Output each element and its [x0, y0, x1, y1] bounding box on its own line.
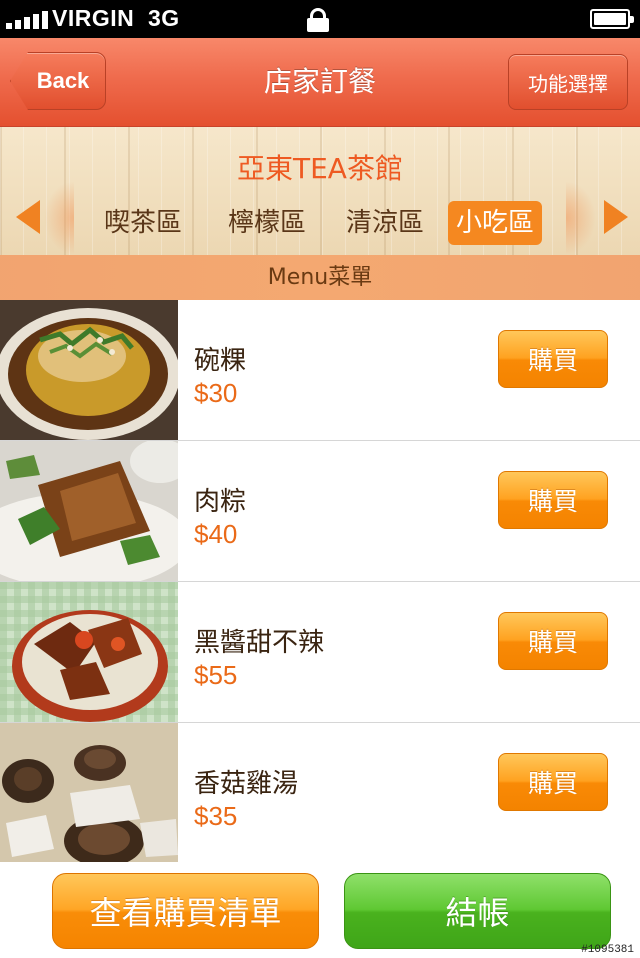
- item-price: $55: [194, 660, 238, 690]
- buy-button[interactable]: 購買: [498, 330, 608, 388]
- menu-header: Menu菜單: [0, 255, 640, 300]
- buy-button[interactable]: 購買: [498, 471, 608, 529]
- watermark: #1095381: [581, 944, 634, 956]
- bottom-action-bar: 查看購買清單 結帳 #1095381: [0, 862, 640, 958]
- item-name: 肉粽: [194, 487, 247, 517]
- navigation-bar: Back 店家訂餐 功能選擇: [0, 38, 640, 127]
- item-name: 碗粿: [194, 346, 247, 376]
- menu-list: 碗粿 $30 購買 肉粽 $40 購買 黑醬甜不辣 $55 購買 香菇雞湯 $3…: [0, 300, 640, 864]
- item-name: 香菇雞湯: [194, 769, 299, 799]
- carrier-label: VIRGIN 3G: [52, 5, 180, 32]
- view-purchase-list-button[interactable]: 查看購買清單: [52, 873, 319, 949]
- list-item: 黑醬甜不辣 $55 購買: [0, 582, 640, 723]
- battery-icon: [590, 9, 634, 29]
- item-price: $40: [194, 519, 238, 549]
- carousel-edge-right: [566, 181, 596, 255]
- lock-icon: [307, 8, 329, 32]
- arrow-right-icon[interactable]: [604, 200, 628, 234]
- buy-button[interactable]: 購買: [498, 753, 608, 811]
- arrow-left-icon[interactable]: [16, 200, 40, 234]
- tab-cool-area[interactable]: 清涼區: [338, 201, 432, 245]
- wa-gui-image: [0, 300, 178, 440]
- carrier-name: VIRGIN: [52, 5, 135, 31]
- function-select-button[interactable]: 功能選擇: [508, 54, 628, 110]
- signal-strength-icon: [6, 9, 48, 29]
- item-price: $30: [194, 378, 238, 408]
- carousel-edge-left: [44, 181, 74, 255]
- rou-zong-image: [0, 441, 178, 581]
- store-name: 亞東TEA茶館: [237, 152, 403, 185]
- tab-snack-area[interactable]: 小吃區: [448, 201, 543, 245]
- mushroom-chicken-soup-image: [0, 723, 178, 863]
- item-price: $35: [194, 801, 238, 831]
- tianbula-image: [0, 582, 178, 722]
- tab-tea-area[interactable]: 喫茶區: [96, 201, 190, 245]
- list-item: 香菇雞湯 $35 購買: [0, 723, 640, 864]
- store-header: 亞東TEA茶館 喫茶區 檸檬區 清涼區 小吃區: [0, 127, 640, 255]
- status-bar: VIRGIN 3G: [0, 0, 640, 38]
- buy-button[interactable]: 購買: [498, 612, 608, 670]
- tab-lemon-area[interactable]: 檸檬區: [220, 201, 314, 245]
- list-item: 肉粽 $40 購買: [0, 441, 640, 582]
- checkout-button[interactable]: 結帳: [344, 873, 611, 949]
- list-item: 碗粿 $30 購買: [0, 300, 640, 441]
- network-type: 3G: [148, 5, 180, 31]
- item-name: 黑醬甜不辣: [194, 628, 325, 658]
